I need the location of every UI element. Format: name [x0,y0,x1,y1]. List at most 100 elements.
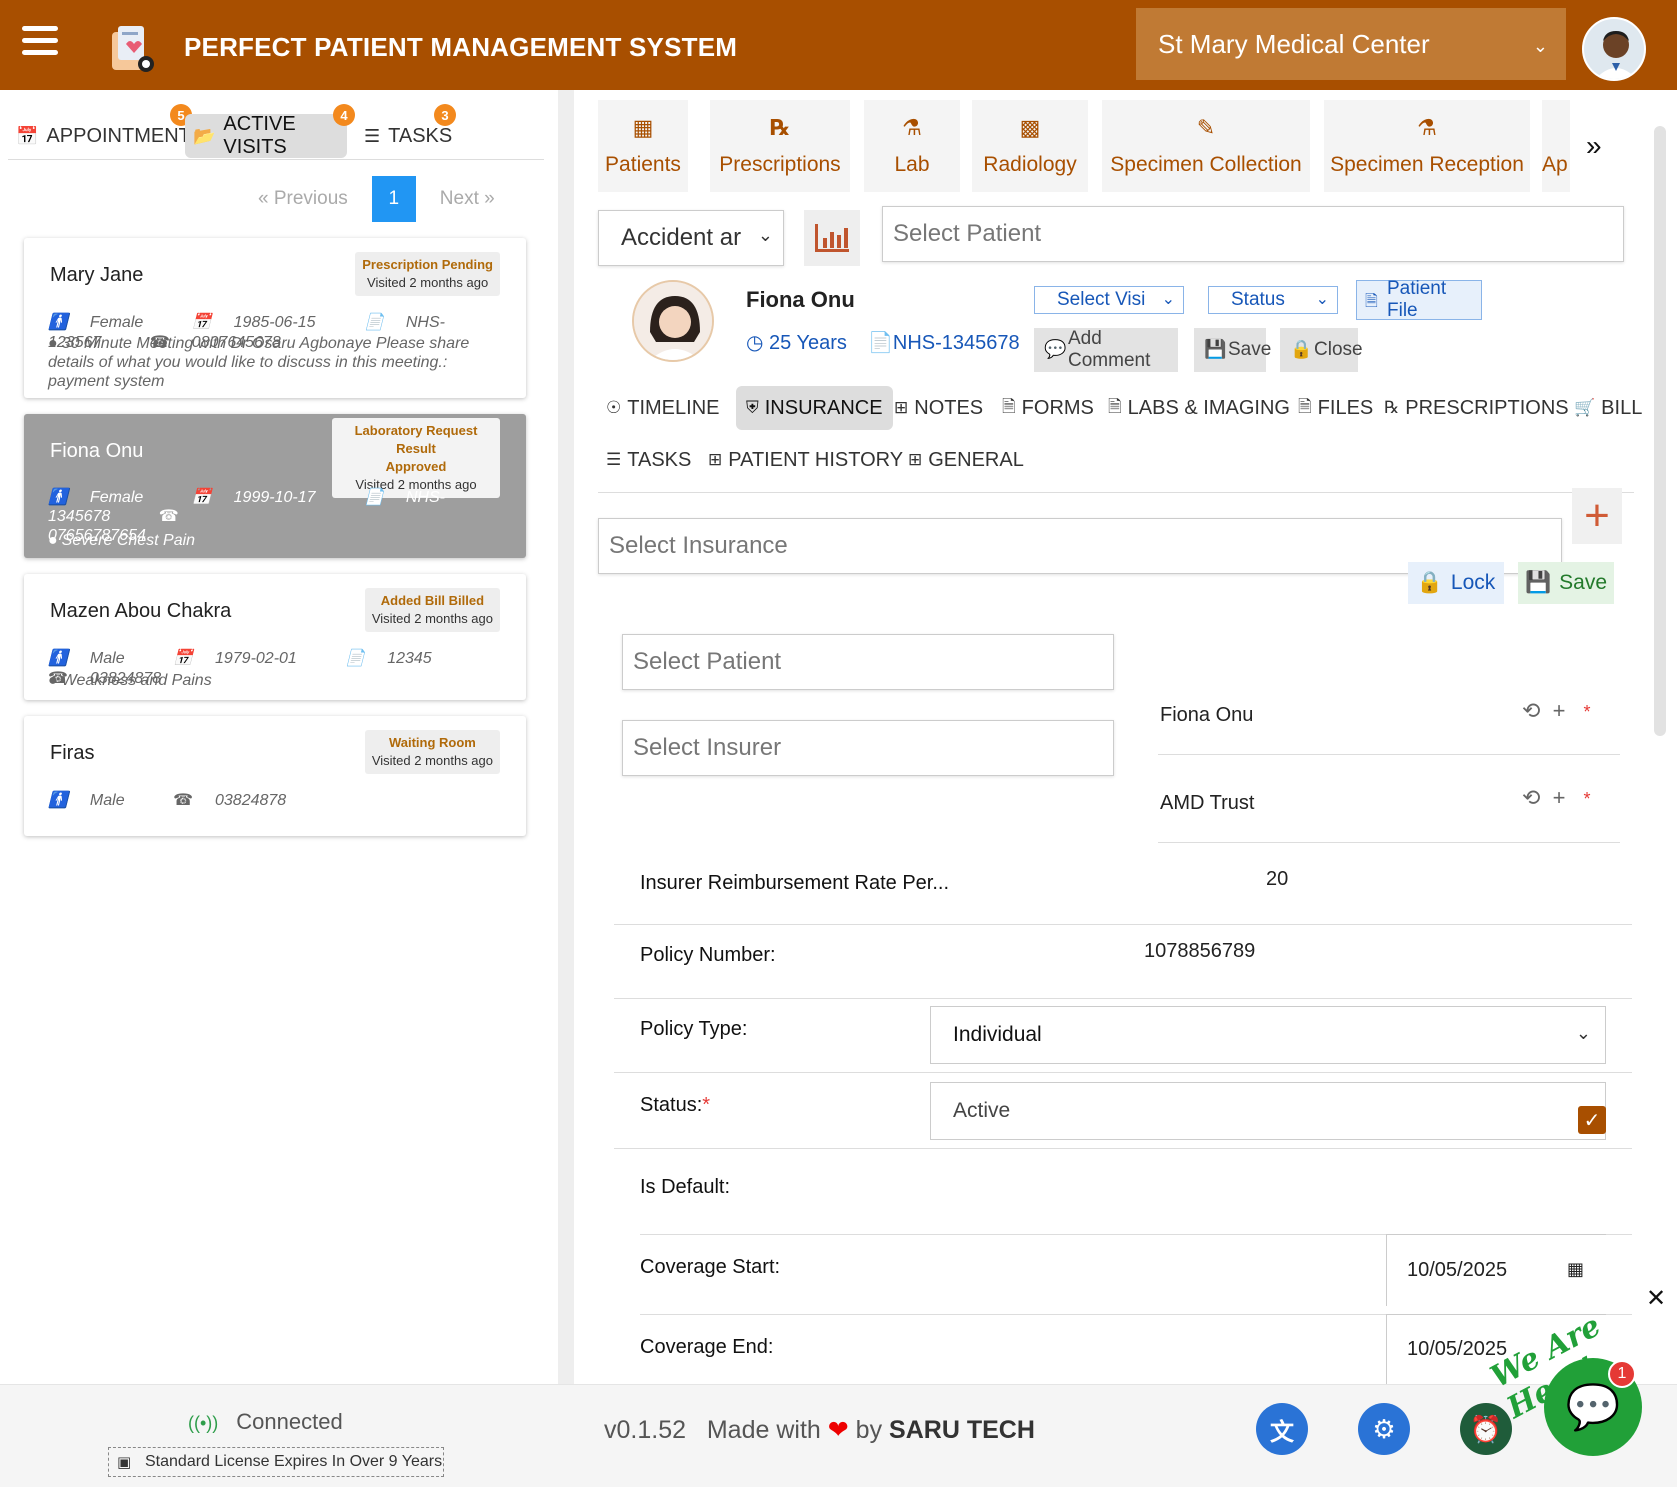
subtab-general[interactable]: ⊞ GENERAL [908,438,1024,482]
subtab-files[interactable]: 🗎 FILES [1298,386,1373,430]
visit-card[interactable]: Mary Jane Prescription Pending Visited 2… [24,238,526,398]
app-header: PERFECT PATIENT MANAGEMENT SYSTEM St Mar… [0,0,1677,90]
module-tab-prescriptions[interactable]: ℞ Prescriptions [710,100,850,192]
divider [614,1148,1632,1149]
app-title: PERFECT PATIENT MANAGEMENT SYSTEM [184,32,738,62]
user-avatar[interactable] [1582,17,1646,81]
connection-status: ((•)) Connected [188,1409,343,1435]
bar-chart-icon [815,224,849,252]
insurer-select[interactable]: Select Insurer [622,720,1114,776]
scrollbar-thumb[interactable] [1654,126,1666,736]
organization-select[interactable]: St Mary Medical Center ⌄ [1136,8,1566,80]
gender-field: 🚹 Female [48,314,165,331]
module-tab-lab[interactable]: ⚗ Lab [864,100,960,192]
visit-card-selected[interactable]: Fiona Onu Laboratory Request Result Appr… [24,414,526,558]
subtab-insurance[interactable]: ⛨ INSURANCE [736,386,893,430]
module-tab-radiology[interactable]: ▩ Radiology [972,100,1088,192]
chevron-down-icon: ⌄ [1161,291,1175,308]
selected-patient-value: Fiona Onu [1160,704,1254,726]
save-label: Save [1228,339,1272,360]
menu-icon[interactable] [22,26,58,58]
panel-splitter[interactable] [558,90,574,1384]
patient-file-button[interactable]: 🗎 Patient File [1356,278,1482,321]
visit-card[interactable]: Mazen Abou Chakra Added Bill Billed Visi… [24,574,526,700]
tab-appointments[interactable]: 📅 APPOINTMENTS 5 [8,104,212,158]
dob-field: 📅 1985-06-15 [192,314,338,331]
module-tab-specimen-reception[interactable]: ⚗ Specimen Reception [1324,100,1530,192]
insurance-select-placeholder: Select Insurance [609,532,788,559]
tab-label: APPOINTMENTS [46,124,205,147]
translate-button[interactable]: 文 [1256,1403,1308,1455]
tab-active-visits[interactable]: 📂 ACTIVE VISITS 4 [185,104,355,158]
reset-icon[interactable]: ⟲ [1522,785,1540,810]
close-icon[interactable]: ✕ [1646,1284,1666,1313]
scroll-tabs-right-icon[interactable]: » [1586,130,1602,162]
visited-text: Visited 2 months ago [371,753,493,768]
coverage-start-input[interactable]: 10/05/2025 ▦ [1386,1234,1606,1306]
syringe-icon: ✎ [1196,115,1216,140]
plus-icon[interactable]: + [1553,785,1566,810]
subtab-labs-imaging[interactable]: 🗎 LABS & IMAGING [1108,386,1290,430]
note-icon: ● [48,672,58,689]
add-insurance-button[interactable]: + [1572,488,1622,544]
save-visit-button[interactable]: 💾 Save [1194,328,1271,372]
reimbursement-rate-value[interactable]: 20 [1266,868,1288,891]
subtab-notes[interactable]: ⊞ NOTES [894,386,983,430]
note-icon: ● [48,532,58,549]
connection-text: Connected [236,1409,343,1434]
is-default-checkbox[interactable]: ✓ [1578,1106,1606,1134]
subtab-forms[interactable]: 🗎 FORMS [1002,386,1094,430]
note-plus-icon: ⊞ [894,398,909,417]
count-badge: 4 [333,104,355,126]
patient-row-actions: ⟲ + * [1522,698,1591,724]
policy-patient-select[interactable]: Select Patient [622,634,1114,690]
count-badge: 3 [434,104,456,126]
department-select[interactable]: Accident ar ⌄ [598,210,784,266]
module-tab-label: Ap [1542,153,1568,176]
module-tab-patients[interactable]: ▦ Patients [598,100,688,192]
save-label: Save [1559,571,1608,594]
visit-select[interactable]: Select Visi ⌄ [1034,286,1184,314]
subtab-prescriptions[interactable]: ℞ PRESCRIPTIONS [1384,386,1569,430]
main-panel: ▦ Patients ℞ Prescriptions ⚗ Lab ▩ Radio… [574,90,1664,1384]
lock-button[interactable]: 🔒 Lock [1408,562,1504,604]
person-icon: 🚹 [48,314,68,331]
reset-icon[interactable]: ⟲ [1522,698,1540,723]
coverage-end-label: Coverage End: [640,1336,774,1358]
visit-card[interactable]: Firas Waiting Room Visited 2 months ago … [24,716,526,836]
module-tab-appointments[interactable]: Ap [1542,100,1570,192]
clock-icon: ◷ [746,332,764,354]
close-visit-button[interactable]: 🔒 Close [1280,328,1363,372]
previous-page-link[interactable]: « Previous [258,188,348,210]
file-icon: 🗎 [1365,293,1378,310]
tab-tasks[interactable]: ☰ TASKS 3 [356,104,460,158]
subtab-label: GENERAL [928,448,1024,471]
next-page-link[interactable]: Next » [440,188,495,210]
add-comment-button[interactable]: 💬 Add Comment [1034,328,1178,372]
subtab-timeline[interactable]: ☉ TIMELINE [606,386,720,430]
id-card-icon: 📄 [868,332,893,354]
subtab-bill[interactable]: 🛒 BILL [1574,386,1642,430]
subtab-label: NOTES [914,396,984,419]
status-select[interactable]: Status ⌄ [1208,286,1338,314]
stats-chart-button[interactable] [804,210,860,266]
module-tab-specimen-collection[interactable]: ✎ Specimen Collection [1102,100,1310,192]
status-text: Prescription Pending [362,257,493,272]
subtab-patient-history[interactable]: ⊞ PATIENT HISTORY [708,438,903,482]
settings-button[interactable]: ⚙ [1358,1403,1410,1455]
policy-type-select[interactable]: Individual ⌄ [930,1006,1606,1064]
subtab-tasks[interactable]: ☰ TASKS [606,438,691,482]
alarm-button[interactable]: ⏰ [1460,1403,1512,1455]
phone-field: ☎ 03824878 [173,792,308,809]
main-scrollbar[interactable] [1652,96,1666,1386]
calendar-icon[interactable]: ▦ [1567,1259,1584,1280]
current-page[interactable]: 1 [371,176,416,222]
timeline-icon: ☉ [606,398,622,417]
note-text: 30 Minute Meeting with Dr Osaru Agbonaye… [48,335,470,390]
insurance-status-select[interactable]: Active ⌄ [930,1082,1606,1140]
policy-number-value[interactable]: 1078856789 [1144,940,1255,963]
plus-icon[interactable]: + [1553,698,1566,723]
save-insurance-button[interactable]: 💾 Save [1518,562,1614,604]
comment-icon: 💬 [1044,339,1067,359]
patient-search-select[interactable]: Select Patient [882,206,1624,262]
